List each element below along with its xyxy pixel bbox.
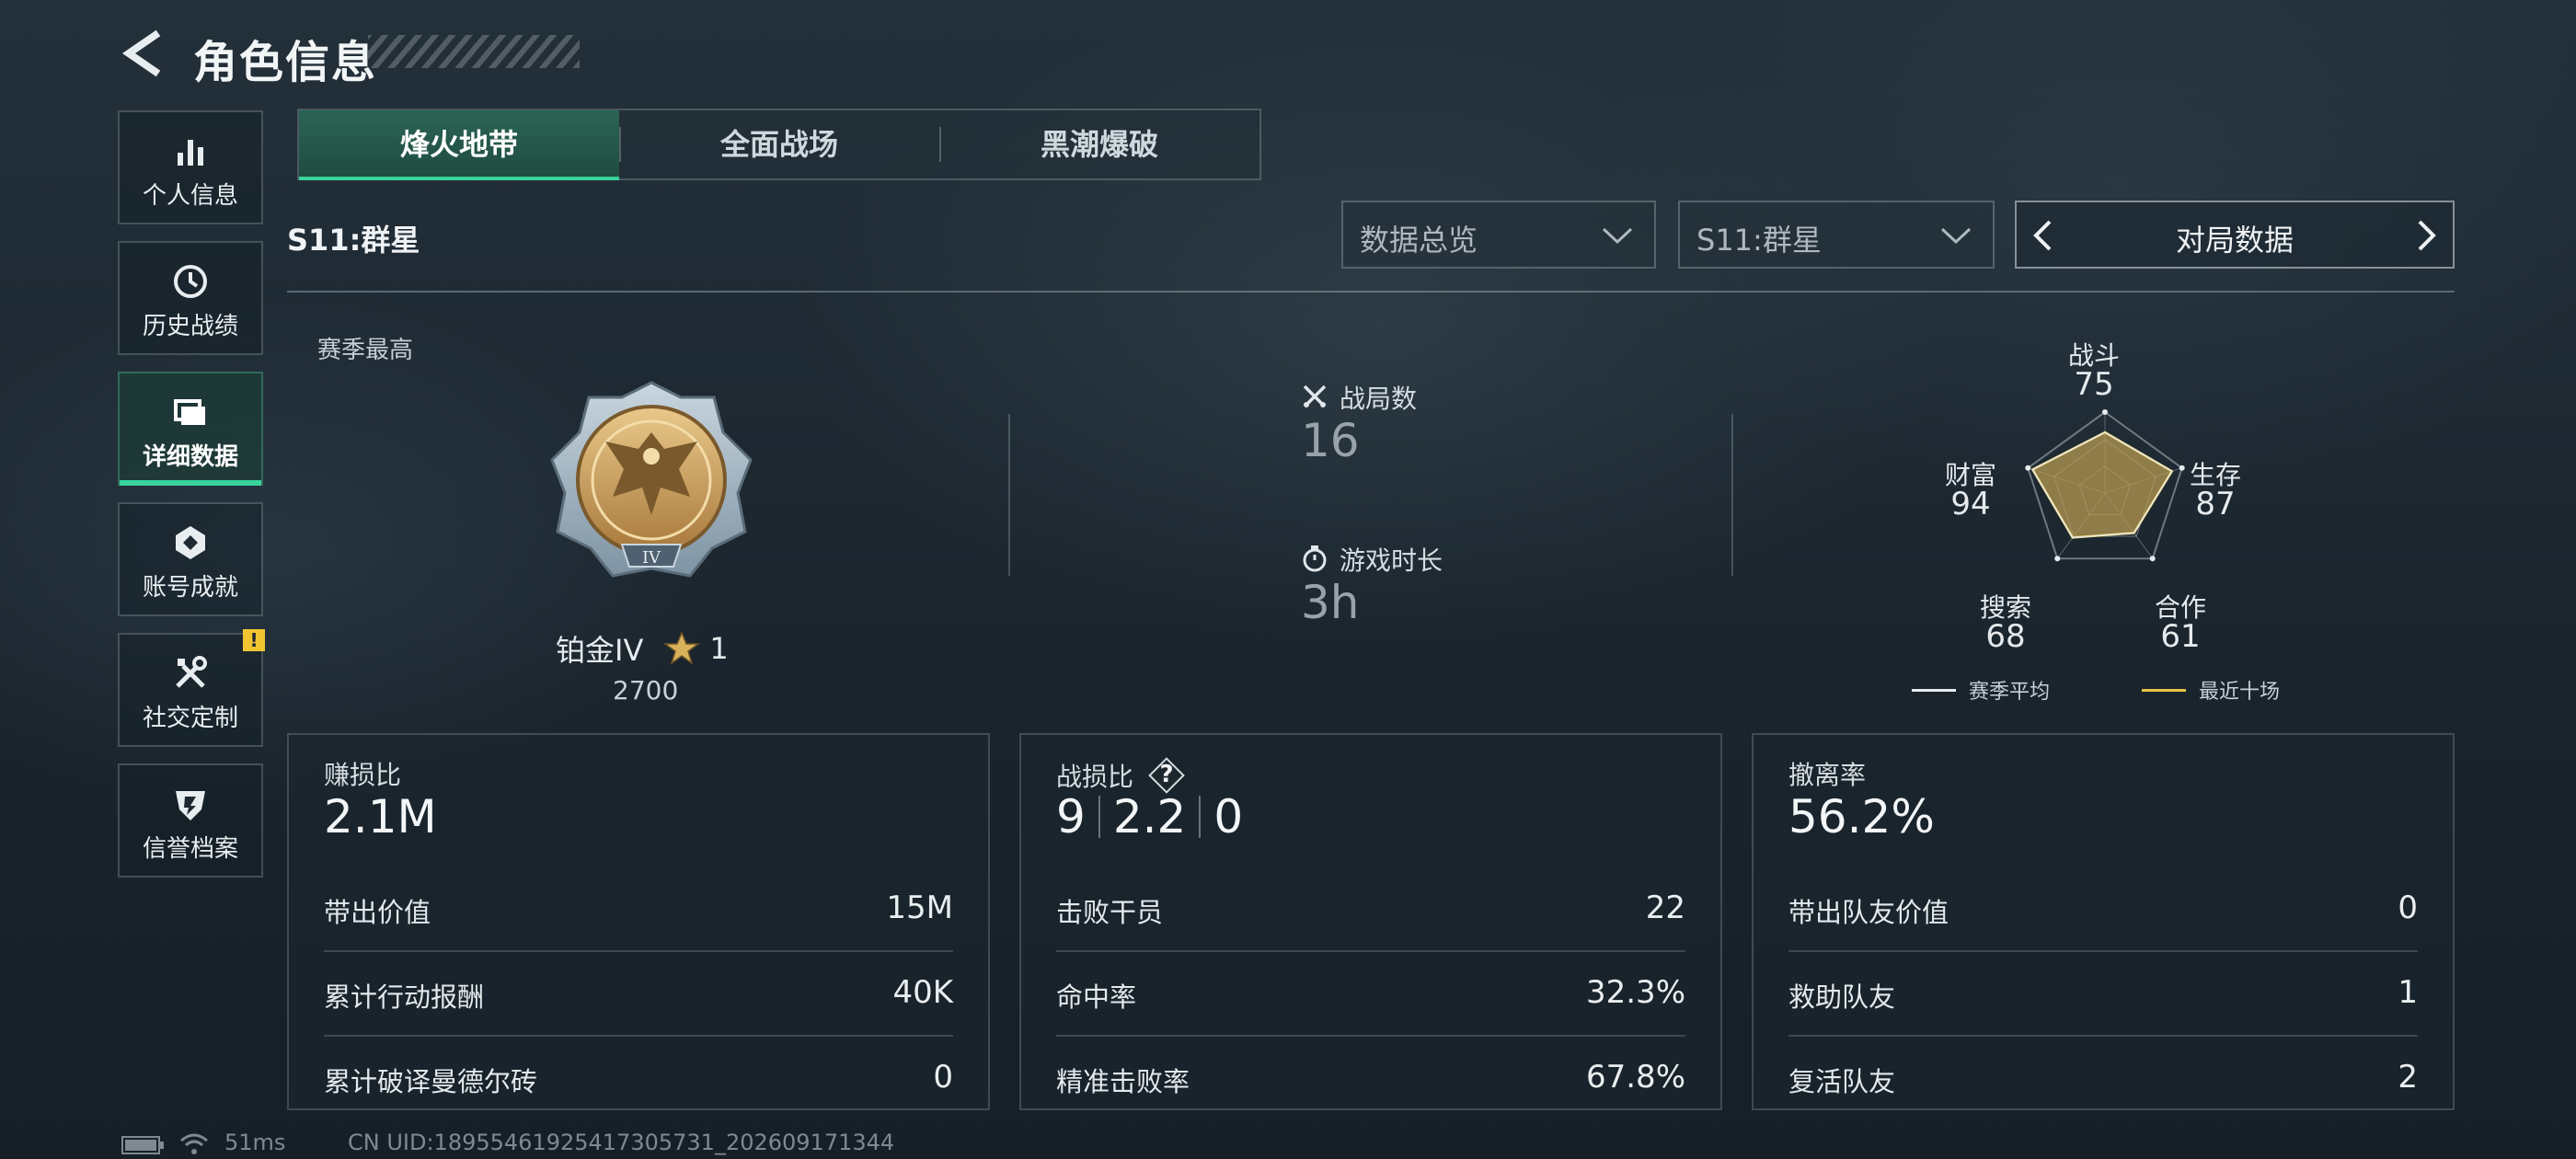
rank-score: 2700: [613, 675, 679, 706]
sidebar-item-history[interactable]: 历史战绩: [118, 241, 263, 355]
season-select-value: S11:群星: [1696, 223, 1822, 258]
sidebar-item-label: 社交定制: [142, 705, 238, 732]
divider: [1008, 414, 1010, 576]
mode-tabs: 烽火地带 全面战场 黑潮爆破: [297, 109, 1261, 180]
sidebar-item-label: 个人信息: [142, 182, 238, 210]
notification-badge: !: [243, 629, 265, 651]
back-arrow-icon[interactable]: [118, 26, 173, 81]
tab-dark-tide[interactable]: 黑潮爆破: [939, 110, 1259, 178]
ratio-value: 2.2: [1112, 790, 1187, 843]
stat-row: 累计行动报酬 40K: [324, 950, 953, 1037]
tools-icon: [176, 656, 207, 688]
deaths-value: 0: [1213, 790, 1244, 843]
matches-label: 战局数: [1340, 384, 1418, 414]
stat-row: 带出价值 15M: [324, 866, 953, 952]
season-select[interactable]: S11:群星: [1678, 201, 1995, 269]
folder-icon: [174, 399, 205, 425]
sidebar-item-label: 信誉档案: [142, 835, 238, 863]
radar-chart: [2025, 409, 2185, 562]
stopwatch-icon: [1303, 545, 1327, 572]
rank-emblem-icon: IV: [550, 381, 753, 578]
chevron-down-icon: [1940, 227, 1972, 245]
sidebar-item-detailed-data[interactable]: 详细数据: [118, 372, 263, 486]
stat-row: 累计破译曼德尔砖 0: [324, 1059, 953, 1097]
sidebar-item-personal-info[interactable]: 个人信息: [118, 110, 263, 224]
stat-row: 击败干员 22: [1056, 866, 1685, 952]
radar-legend-season: 赛季平均: [1912, 675, 2050, 705]
radar-vertex: [2102, 409, 2108, 415]
kills-value: 9: [1056, 790, 1086, 843]
card-title: 战损比: [1056, 762, 1134, 792]
sidebar-item-reputation[interactable]: 信誉档案: [118, 763, 263, 878]
title-decoration: [368, 35, 580, 68]
chevron-down-icon: [1602, 227, 1633, 245]
clock-icon: [174, 265, 207, 298]
stat-row: 复活队友 2: [1788, 1059, 2418, 1097]
rank-name: 铂金IV: [556, 633, 644, 668]
emblem-numeral: IV: [642, 548, 661, 568]
tab-warzone[interactable]: 烽火地带: [299, 110, 619, 180]
achievement-icon: [176, 526, 205, 559]
kda-values: 9 2.2 0: [1056, 790, 1243, 843]
radar-label-combat: 战斗 75: [2067, 340, 2120, 404]
radar-label-cooperation: 合作 61: [2154, 592, 2206, 656]
sidebar-item-label: 详细数据: [142, 443, 238, 471]
divider: [287, 291, 2455, 293]
rank-stars: 1: [709, 631, 729, 666]
crossed-swords-icon: [1303, 384, 1327, 408]
kill-death-card: 战损比 ? 9 2.2 0 击败干员 22 命中率 32.3% 精准击败率 67.8%: [1019, 733, 1722, 1110]
stat-row: 带出队友价值 0: [1788, 866, 2418, 952]
sidebar-item-label: 历史战绩: [142, 313, 238, 340]
category-select-value: 数据总览: [1360, 223, 1478, 258]
bar-chart-icon: [178, 140, 203, 166]
page-title: 角色信息: [193, 37, 378, 88]
rank-row: 铂金IV 1: [556, 627, 729, 670]
divider: [1731, 414, 1733, 576]
sidebar-item-achievements[interactable]: 账号成就: [118, 502, 263, 616]
profit-loss-card: 赚损比 2.1M 带出价值 15M 累计行动报酬 40K 累计破译曼德尔砖 0: [287, 733, 990, 1110]
season-title: S11:群星: [287, 223, 420, 258]
legend-swatch: [2142, 688, 2186, 692]
wifi-icon: [180, 1133, 208, 1154]
card-value: 2.1M: [324, 790, 437, 843]
playtime-label: 游戏时长: [1340, 545, 1443, 576]
stat-row: 精准击败率 67.8%: [1056, 1059, 1685, 1097]
radar-vertex: [2149, 556, 2156, 562]
sidebar-item-social[interactable]: 社交定制 !: [118, 629, 265, 747]
sidebar-item-label: 账号成就: [142, 574, 238, 602]
legend-swatch: [1912, 688, 1956, 692]
battery-icon: [121, 1136, 164, 1154]
stat-row: 救助队友 1: [1788, 950, 2418, 1037]
season-best-label: 赛季最高: [317, 337, 414, 364]
card-title: 撤离率: [1788, 760, 1867, 790]
pager-label: 对局数据: [2175, 223, 2294, 258]
playtime-value: 3h: [1301, 576, 1360, 629]
chevron-right-icon[interactable]: [2416, 219, 2438, 252]
radar-vertex: [2025, 465, 2031, 471]
radar-vertex: [2054, 556, 2061, 562]
radar-series-recent: [2030, 430, 2174, 539]
stat-row: 命中率 32.3%: [1056, 950, 1685, 1037]
radar-label-search: 搜索 68: [1979, 592, 2031, 656]
radar-label-wealth: 财富 94: [1944, 460, 1996, 523]
tab-full-battlefield[interactable]: 全面战场: [619, 110, 939, 178]
matches-value: 16: [1301, 414, 1360, 467]
radar-label-survival: 生存 87: [2189, 460, 2241, 523]
ping-readout: 51ms: [224, 1130, 286, 1155]
data-type-pager: 对局数据: [2015, 201, 2455, 269]
shield-icon: [176, 791, 205, 820]
extraction-card: 撤离率 56.2% 带出队友价值 0 救助队友 1 复活队友 2: [1752, 733, 2455, 1110]
card-title: 赚损比: [324, 760, 402, 790]
star-icon: [663, 631, 701, 665]
card-value: 56.2%: [1788, 790, 1935, 843]
radar-legend-recent: 最近十场: [2142, 675, 2280, 705]
uid-text: CN UID:18955461925417305731_202609171344: [348, 1130, 895, 1155]
category-select[interactable]: 数据总览: [1341, 201, 1656, 269]
